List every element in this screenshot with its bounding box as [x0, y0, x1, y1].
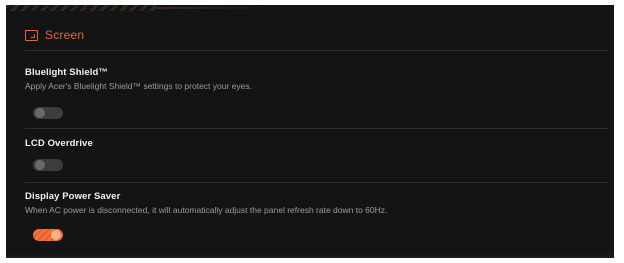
screen-settings-panel: Screen Bluelight Shield™ Apply Acer's Bl…	[6, 5, 614, 258]
bottom-decoration	[6, 252, 614, 258]
screen-icon	[25, 29, 38, 41]
section-title: Screen	[45, 28, 85, 42]
setting-title: Display Power Saver	[25, 191, 121, 202]
divider	[25, 182, 608, 183]
setting-description: Apply Acer's Bluelight Shield™ settings …	[25, 81, 252, 91]
toggle-knob	[35, 108, 45, 118]
bluelight-shield-toggle[interactable]	[33, 107, 63, 119]
toggle-knob	[51, 230, 61, 240]
divider	[25, 128, 608, 129]
section-header: Screen	[25, 25, 84, 45]
display-power-saver-toggle[interactable]	[33, 229, 63, 241]
top-decoration-line	[156, 7, 276, 9]
toggle-knob	[35, 160, 45, 170]
setting-bluelight-shield: Bluelight Shield™ Apply Acer's Bluelight…	[25, 67, 604, 92]
lcd-overdrive-toggle[interactable]	[33, 159, 63, 171]
setting-lcd-overdrive: LCD Overdrive	[25, 138, 604, 150]
setting-description: When AC power is disconnected, it will a…	[25, 205, 388, 215]
setting-display-power-saver: Display Power Saver When AC power is dis…	[25, 191, 604, 216]
divider	[25, 50, 608, 51]
setting-title: Bluelight Shield™	[25, 67, 108, 78]
top-decoration	[6, 5, 156, 11]
setting-title: LCD Overdrive	[25, 138, 93, 149]
